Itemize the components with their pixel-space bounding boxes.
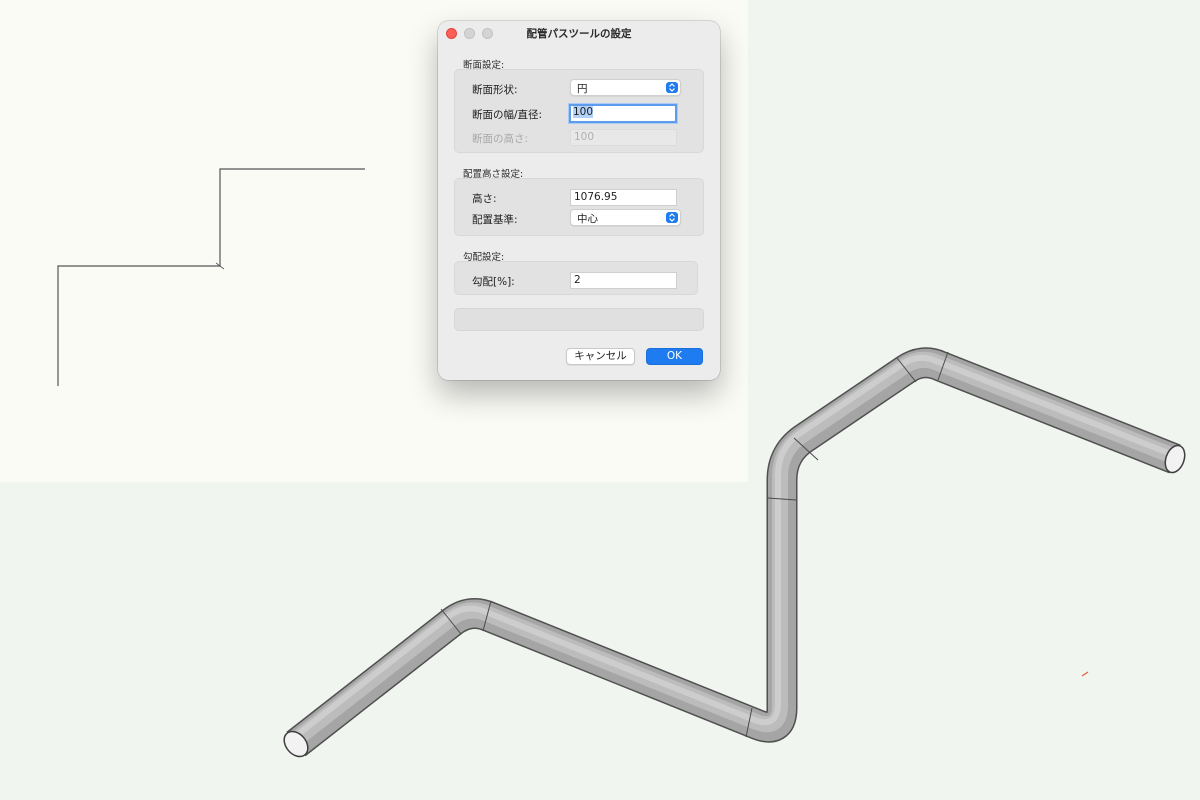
placement-section-box: 高さ: 1076.95 配置基準: 中心 bbox=[454, 178, 704, 236]
placement-reference-value: 中心 bbox=[577, 213, 598, 225]
placement-reference-select[interactable]: 中心 bbox=[570, 209, 681, 226]
placement-reference-label: 配置基準: bbox=[472, 214, 518, 226]
profile-height-label: 断面の高さ: bbox=[472, 133, 529, 145]
updown-chevron-icon bbox=[666, 212, 678, 223]
slope-value: 2 bbox=[574, 274, 581, 286]
width-diameter-input[interactable]: 100 bbox=[569, 104, 677, 123]
axis-marker bbox=[1081, 671, 1089, 677]
slope-label: 勾配[%]: bbox=[472, 276, 515, 288]
pipe-model bbox=[286, 347, 1181, 757]
placement-height-input[interactable]: 1076.95 bbox=[570, 189, 677, 206]
pipe-path-settings-dialog: 配管パスツールの設定 断面設定: 断面形状: 円 断面の幅/直径: 100 断面… bbox=[438, 21, 720, 380]
profile-height-value: 100 bbox=[574, 131, 595, 143]
info-area bbox=[454, 308, 704, 331]
width-diameter-value: 100 bbox=[573, 106, 594, 118]
ok-button[interactable]: OK bbox=[646, 348, 703, 365]
updown-chevron-icon bbox=[666, 82, 678, 93]
dialog-titlebar[interactable]: 配管パスツールの設定 bbox=[438, 21, 720, 45]
slope-section-box: 勾配[%]: 2 bbox=[454, 261, 698, 295]
profile-section-box: 断面形状: 円 断面の幅/直径: 100 断面の高さ: 100 bbox=[454, 69, 704, 153]
dialog-title: 配管パスツールの設定 bbox=[526, 28, 632, 40]
shape-label: 断面形状: bbox=[472, 84, 518, 96]
shape-select[interactable]: 円 bbox=[570, 79, 681, 96]
placement-height-label: 高さ: bbox=[472, 193, 497, 205]
placement-height-value: 1076.95 bbox=[574, 191, 618, 203]
cancel-button[interactable]: キャンセル bbox=[566, 348, 635, 365]
width-diameter-label: 断面の幅/直径: bbox=[472, 109, 543, 121]
shape-select-value: 円 bbox=[577, 83, 588, 95]
profile-height-input: 100 bbox=[570, 129, 677, 146]
slope-input[interactable]: 2 bbox=[570, 272, 677, 289]
